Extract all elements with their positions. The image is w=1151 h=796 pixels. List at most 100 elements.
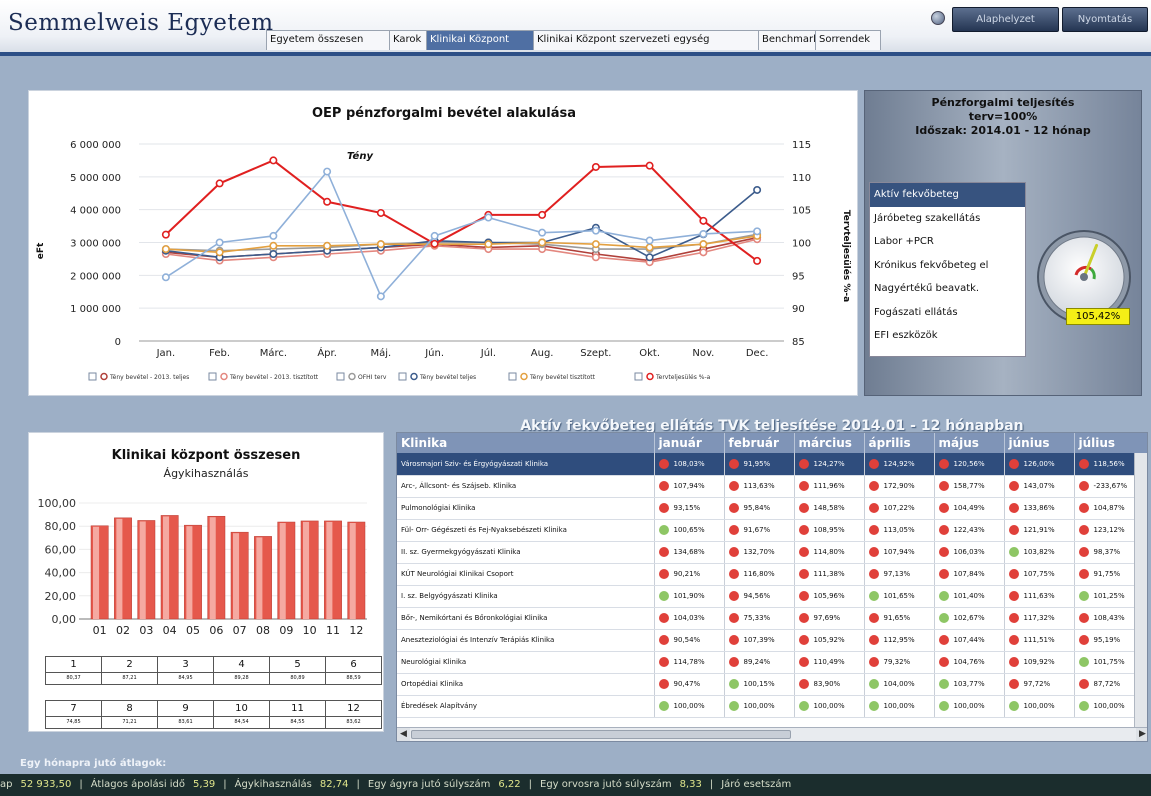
care-type-item[interactable]: Aktív fekvőbeteg bbox=[870, 183, 1025, 207]
clinic-name: Városmajori Sziv- és Érgyógyászati Klini… bbox=[397, 453, 655, 476]
column-header[interactable]: Klinika bbox=[397, 433, 655, 453]
scroll-right-icon[interactable]: ▶ bbox=[1136, 728, 1147, 741]
vertical-scrollbar[interactable] bbox=[1134, 453, 1147, 729]
reset-button[interactable]: Alaphelyzet bbox=[952, 7, 1059, 32]
table-row[interactable]: Arc-, Állcsont- és Szájseb. Klinika 107,9… bbox=[397, 475, 1147, 498]
table-row[interactable]: Városmajori Sziv- és Érgyógyászati Klini… bbox=[397, 453, 1147, 476]
data-point bbox=[699, 229, 708, 238]
tab-6[interactable]: Sorrendek bbox=[815, 30, 881, 50]
column-header[interactable]: január bbox=[654, 433, 725, 453]
cell-value: 118,56% bbox=[1093, 459, 1125, 468]
care-type-item[interactable]: Fogászati ellátás bbox=[870, 301, 1025, 325]
bar-x-tick: 06 bbox=[209, 624, 223, 637]
table-row[interactable]: Pulmonológiai Klinika 93,15% 95,84% 148,58%… bbox=[397, 497, 1147, 520]
horizontal-scrollbar[interactable]: ◀ ▶ bbox=[397, 727, 1147, 741]
table-row[interactable]: Ébredések Alapítvány 100,00% 100,00% 100,00… bbox=[397, 695, 1147, 718]
care-type-item[interactable]: Krónikus fekvőbeteg el bbox=[870, 254, 1025, 278]
legend-checkbox[interactable] bbox=[88, 372, 97, 381]
bar-highlight bbox=[209, 517, 216, 619]
series-line bbox=[165, 170, 758, 298]
legend-checkbox[interactable] bbox=[634, 372, 643, 381]
cell-value: 133,86% bbox=[1023, 504, 1055, 512]
clinic-name: Bőr-, Nemikórtani és Bőronkológiai Klini… bbox=[397, 607, 655, 630]
column-header[interactable]: június bbox=[1004, 433, 1075, 453]
red-status-icon bbox=[658, 679, 669, 689]
red-status-icon bbox=[938, 635, 949, 645]
month-cell: 104,49% bbox=[934, 497, 1005, 520]
tab-1[interactable]: Egyetem összesen bbox=[266, 30, 390, 50]
month-cell: 107,22% bbox=[864, 497, 935, 520]
cell-value: 109,92% bbox=[1023, 658, 1055, 666]
data-point bbox=[323, 241, 332, 250]
red-status-icon bbox=[868, 657, 879, 667]
month-cell: 89,24% bbox=[724, 651, 795, 674]
column-header[interactable]: április bbox=[864, 433, 935, 453]
legend-label: Tény bevétel teljes bbox=[419, 374, 476, 381]
month-cell: 116,80% bbox=[724, 563, 795, 586]
scroll-thumb[interactable] bbox=[411, 730, 791, 739]
month-cell: 100,00% bbox=[794, 695, 865, 718]
cell-value: 172,90% bbox=[883, 482, 915, 490]
care-type-item[interactable]: Labor +PCR bbox=[870, 230, 1025, 254]
legend-checkbox[interactable] bbox=[398, 372, 407, 381]
legend-checkbox[interactable] bbox=[208, 372, 217, 381]
legend-checkbox[interactable] bbox=[508, 372, 517, 381]
table-row[interactable]: Bőr-, Nemikórtani és Bőronkológiai Klini… bbox=[397, 607, 1147, 630]
table-row[interactable]: Ortopédiai Klinika 90,47% 100,15% 83,90% 104… bbox=[397, 673, 1147, 696]
month-number: 11 bbox=[270, 701, 326, 717]
month-cell: 103,77% bbox=[934, 673, 1005, 696]
table-row[interactable]: Fül- Orr- Gégészeti és Fej-Nyaksebészeti… bbox=[397, 519, 1147, 542]
chart-legend[interactable]: Tény bevétel - 2013. teljes Tény bevétel … bbox=[88, 372, 711, 381]
cell-value: 158,77% bbox=[953, 482, 985, 490]
cell-value: 91,75% bbox=[1093, 570, 1121, 578]
month-cell: 91,95% bbox=[724, 453, 795, 476]
month-value: 84,95 bbox=[158, 673, 214, 685]
red-status-icon bbox=[798, 481, 809, 491]
red-status-icon bbox=[1078, 635, 1089, 645]
table-row[interactable]: II. sz. Gyermekgyógyászati Klinika 134,68… bbox=[397, 541, 1147, 564]
column-header[interactable]: március bbox=[794, 433, 865, 453]
care-type-item[interactable]: Járóbeteg szakellátás bbox=[870, 207, 1025, 231]
tab-5[interactable]: Benchmark bbox=[758, 30, 816, 50]
scroll-left-icon[interactable]: ◀ bbox=[397, 728, 410, 741]
month-cell: 100,00% bbox=[654, 695, 725, 718]
column-header[interactable]: július bbox=[1074, 433, 1147, 453]
month-cell: 104,03% bbox=[654, 607, 725, 630]
red-status-icon bbox=[798, 458, 809, 469]
care-type-item[interactable]: Nagyértékű beavatk. bbox=[870, 277, 1025, 301]
green-status-icon bbox=[938, 591, 949, 601]
bar-highlight bbox=[279, 523, 286, 619]
tab-3[interactable]: Klinikai Központ bbox=[426, 30, 534, 50]
column-header[interactable]: február bbox=[724, 433, 795, 453]
print-button[interactable]: Nyomtatás bbox=[1062, 7, 1148, 32]
stat-value: 8,33 bbox=[679, 779, 702, 790]
table-row[interactable]: Aneszteziológiai és Intenzív Terápiás Kl… bbox=[397, 629, 1147, 652]
month-value: 88,59 bbox=[326, 673, 382, 685]
bar-chart-subtitle: Ágykihasználás bbox=[163, 467, 249, 480]
care-type-list[interactable]: Aktív fekvőbeteg Járóbeteg szakellátás Lab… bbox=[869, 182, 1026, 357]
tab-4[interactable]: Klinikai Központ szervezeti egység bbox=[533, 30, 759, 50]
legend-checkbox[interactable] bbox=[336, 372, 345, 381]
red-status-icon bbox=[728, 458, 739, 469]
y2-tick-label: 85 bbox=[792, 337, 805, 348]
cell-value: 112,95% bbox=[883, 636, 915, 644]
month-value: 83,62 bbox=[326, 717, 382, 729]
table-row[interactable]: KÚT Neurológiai Klinikai Csoport 90,21% 11… bbox=[397, 563, 1147, 586]
month-cell: 105,92% bbox=[794, 629, 865, 652]
column-header[interactable]: május bbox=[934, 433, 1005, 453]
table-row[interactable]: Neurológiai Klinika 114,78% 89,24% 110,49% 7… bbox=[397, 651, 1147, 674]
gauge-value-badge: 105,42% bbox=[1066, 308, 1130, 325]
month-cell: 108,95% bbox=[794, 519, 865, 542]
month-number: 7 bbox=[46, 701, 102, 717]
cell-value: 83,90% bbox=[813, 680, 841, 688]
month-cell: 111,96% bbox=[794, 475, 865, 498]
cell-value: 100,65% bbox=[673, 526, 705, 534]
tab-2[interactable]: Karok bbox=[389, 30, 427, 50]
data-point bbox=[269, 249, 278, 258]
red-status-icon bbox=[728, 481, 739, 491]
bar-highlight bbox=[326, 521, 333, 619]
care-type-item[interactable]: EFI eszközök bbox=[870, 324, 1025, 348]
red-status-icon bbox=[1078, 547, 1089, 557]
y-tick-label: 0 bbox=[115, 337, 121, 348]
table-row[interactable]: I. sz. Belgyógyászati Klinika 101,90% 94,5… bbox=[397, 585, 1147, 608]
